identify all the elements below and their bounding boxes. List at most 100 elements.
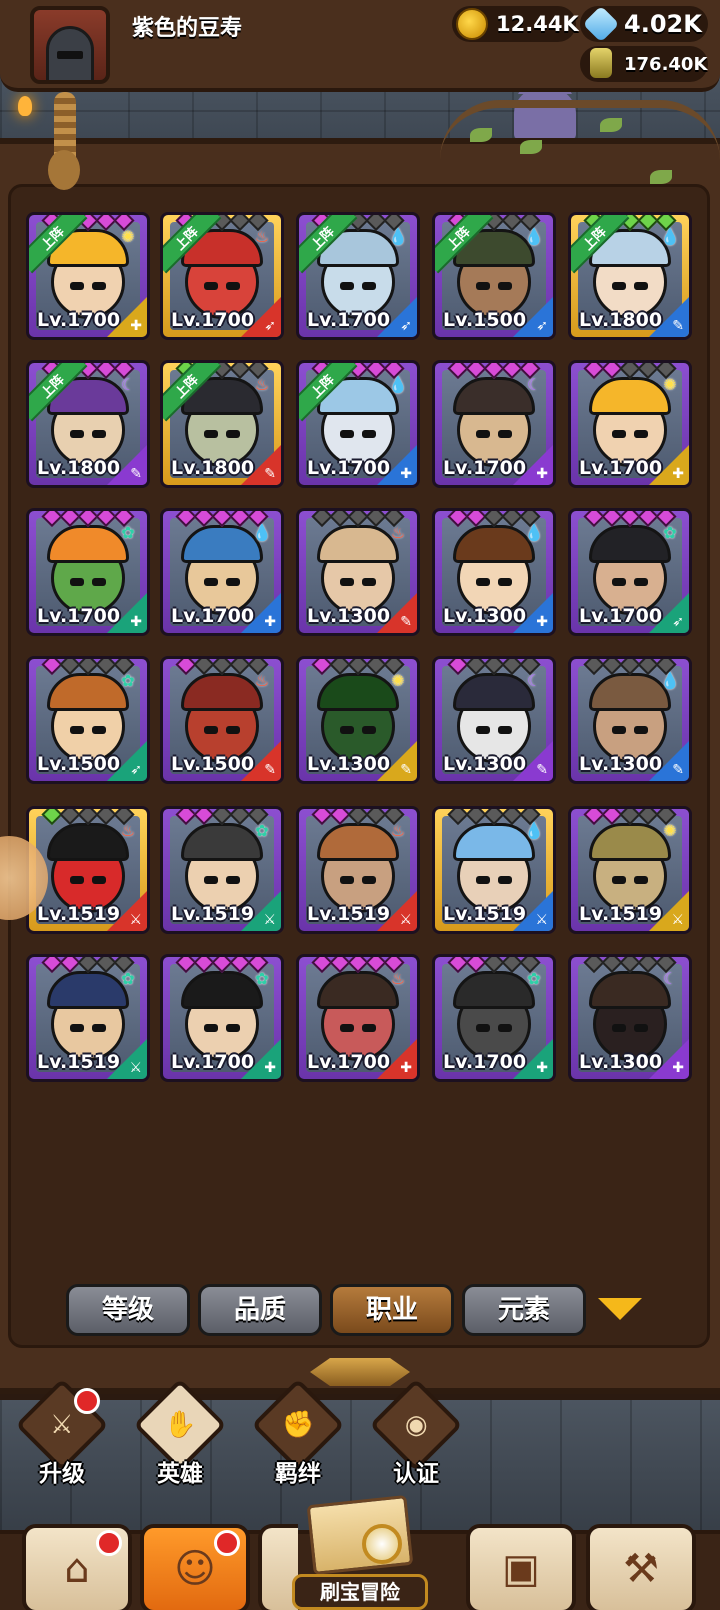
- adventure-label: 刷宝冒险: [292, 1574, 428, 1610]
- gold-counter[interactable]: 12.44K: [452, 6, 579, 42]
- elixir-counter[interactable]: 176.40K: [580, 46, 708, 82]
- hero-level: Lv.1800: [171, 457, 255, 479]
- gem-counter[interactable]: 4.02K: [580, 5, 708, 43]
- hero-star-rating: [41, 957, 135, 974]
- hero-card[interactable]: 💧 ✚ Lv.1700: [160, 508, 284, 636]
- hero-level: Lv.1300: [307, 605, 391, 627]
- hero-card[interactable]: ♨ ✚ Lv.1700: [296, 954, 420, 1082]
- hero-card[interactable]: 💧 ✚ Lv.1700 上阵: [296, 360, 420, 488]
- hero-level: Lv.1700: [443, 457, 527, 479]
- hero-card[interactable]: ☾ ✚ Lv.1700: [432, 360, 556, 488]
- hero-card[interactable]: ☾ ✚ Lv.1300: [568, 954, 692, 1082]
- gold-amount: 12.44K: [496, 12, 579, 36]
- subnav-certify[interactable]: ◉ 认证: [366, 1378, 466, 1488]
- hero-star-rating: [175, 809, 269, 826]
- tab-forge[interactable]: ⚒: [586, 1524, 696, 1610]
- hero-level: Lv.1519: [37, 1051, 121, 1073]
- hero-star-rating: [41, 659, 135, 676]
- shop-stall-icon: ⌂: [64, 1546, 90, 1592]
- subnav-bond[interactable]: ✊ 羁绊: [248, 1378, 348, 1488]
- elixir-jar-icon: [590, 48, 612, 78]
- hero-card[interactable]: 💧 ➶ Lv.1700 上阵: [296, 212, 420, 340]
- hero-star-rating: [583, 809, 677, 826]
- hero-card[interactable]: ♨ ➶ Lv.1700 上阵: [160, 212, 284, 340]
- hero-level: Lv.1700: [307, 1051, 391, 1073]
- hero-star-rating: [311, 659, 405, 676]
- hero-level: Lv.1700: [443, 1051, 527, 1073]
- hero-card[interactable]: ♨ ✎ Lv.1500: [160, 656, 284, 784]
- hero-level: Lv.1700: [171, 1051, 255, 1073]
- hero-star-rating: [447, 511, 541, 528]
- subnav-heroes-label: 英雄: [157, 1461, 203, 1487]
- hero-card[interactable]: ♨ ✎ Lv.1800 上阵: [160, 360, 284, 488]
- subnav-certify-label: 认证: [393, 1461, 439, 1487]
- heroes-notification-badge: [214, 1530, 240, 1556]
- hero-card[interactable]: 💧 ➶ Lv.1500 上阵: [432, 212, 556, 340]
- hero-level: Lv.1500: [443, 309, 527, 331]
- filter-class-button[interactable]: 职业: [330, 1284, 454, 1336]
- tab-backpack[interactable]: ▣: [466, 1524, 576, 1610]
- hero-level: Lv.1700: [307, 309, 391, 331]
- filter-level-button[interactable]: 等级: [66, 1284, 190, 1336]
- leaf-icon: [520, 140, 542, 154]
- hero-level: Lv.1800: [37, 457, 121, 479]
- hero-star-rating: [583, 659, 677, 676]
- hero-star-rating: [41, 809, 135, 826]
- leaf-icon: [600, 118, 622, 132]
- hero-card[interactable]: ☾ ✎ Lv.1800 上阵: [26, 360, 150, 488]
- hero-card[interactable]: ✺ ⚔ Lv.1519: [568, 806, 692, 934]
- hero-level: Lv.1700: [307, 457, 391, 479]
- top-header: 紫色的豆寿 12.44K 4.02K 176.40K: [0, 0, 720, 92]
- knight-helmet-icon: [46, 26, 94, 80]
- hero-card[interactable]: ✺ ✚ Lv.1700 上阵: [26, 212, 150, 340]
- hero-level: Lv.1700: [37, 309, 121, 331]
- leaf-icon: [650, 170, 672, 184]
- hero-card[interactable]: 💧 ⚔ Lv.1519: [432, 806, 556, 934]
- hero-card[interactable]: ✺ ✎ Lv.1300: [296, 656, 420, 784]
- hero-star-rating: [447, 363, 541, 380]
- expand-filters-arrow-icon[interactable]: [598, 1298, 642, 1320]
- hero-card[interactable]: ☾ ✎ Lv.1300: [432, 656, 556, 784]
- filter-element-button[interactable]: 元素: [462, 1284, 586, 1336]
- hero-level: Lv.1300: [579, 753, 663, 775]
- gem-amount: 4.02K: [624, 10, 702, 38]
- hero-level: Lv.1300: [579, 1051, 663, 1073]
- hero-card[interactable]: ♨ ⚔ Lv.1519: [296, 806, 420, 934]
- hero-card[interactable]: ✿ ✚ Lv.1700: [160, 954, 284, 1082]
- hammer-icon: ⚒: [623, 1546, 659, 1592]
- hero-card[interactable]: ✿ ➶ Lv.1700: [568, 508, 692, 636]
- subnav-heroes[interactable]: ✋ 英雄: [130, 1378, 230, 1488]
- hero-card[interactable]: ✿ ⚔ Lv.1519: [160, 806, 284, 934]
- hero-portrait-icon: ☺: [174, 1546, 216, 1592]
- hero-level: Lv.1300: [443, 605, 527, 627]
- hero-card[interactable]: ✿ ✚ Lv.1700: [432, 954, 556, 1082]
- hero-card[interactable]: 💧 ✎ Lv.1800 上阵: [568, 212, 692, 340]
- hero-card[interactable]: ✺ ✚ Lv.1700: [568, 360, 692, 488]
- hero-star-rating: [175, 659, 269, 676]
- diamond-icon: [582, 5, 620, 43]
- hero-card[interactable]: ✿ ➶ Lv.1500: [26, 656, 150, 784]
- hero-card[interactable]: 💧 ✎ Lv.1300: [568, 656, 692, 784]
- shop-notification-badge: [96, 1530, 122, 1556]
- hero-level: Lv.1500: [37, 753, 121, 775]
- hero-level: Lv.1700: [171, 605, 255, 627]
- hero-star-rating: [447, 659, 541, 676]
- tab-adventure[interactable]: 刷宝冒险: [292, 1494, 428, 1610]
- subnav-upgrade-label: 升级: [39, 1461, 85, 1487]
- hero-level: Lv.1800: [579, 309, 663, 331]
- hero-star-rating: [175, 957, 269, 974]
- filter-quality-button[interactable]: 品质: [198, 1284, 322, 1336]
- hero-level: Lv.1300: [443, 753, 527, 775]
- hero-card[interactable]: ✿ ✚ Lv.1700: [26, 508, 150, 636]
- hero-star-rating: [311, 957, 405, 974]
- player-avatar[interactable]: [30, 6, 110, 84]
- rope-knot-decoration: [48, 150, 80, 190]
- hero-card[interactable]: 💧 ✚ Lv.1300: [432, 508, 556, 636]
- player-name: 紫色的豆寿: [132, 16, 243, 41]
- hero-level: Lv.1300: [307, 753, 391, 775]
- leaf-icon: [470, 128, 492, 142]
- hero-card[interactable]: ♨ ✎ Lv.1300: [296, 508, 420, 636]
- hero-level: Lv.1700: [37, 605, 121, 627]
- hero-card[interactable]: ✿ ⚔ Lv.1519: [26, 954, 150, 1082]
- hero-star-rating: [447, 957, 541, 974]
